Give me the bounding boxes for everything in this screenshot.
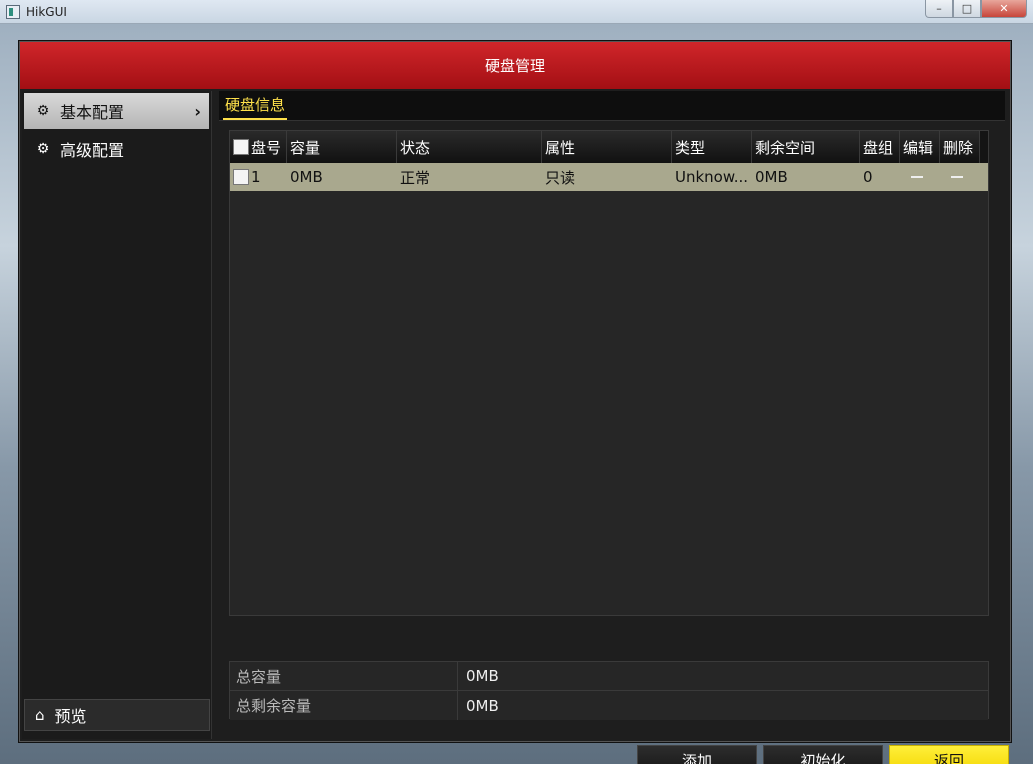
summary-free-row: 总剩余容量 0MB [230,691,988,720]
table-row[interactable]: 1 0MB 正常 只读 Unknow... 0MB 0 [230,163,988,191]
summary-total-row: 总容量 0MB [230,662,988,691]
init-button[interactable]: 初始化 [763,745,883,764]
cell-attribute: 只读 [545,168,576,187]
window-title: HikGUI [26,4,67,19]
maximize-button[interactable]: □ [953,0,981,18]
back-button[interactable]: 返回 [889,745,1009,764]
sidebar-item-advanced-config[interactable]: ⚙ 高级配置 [24,131,209,167]
header-free-space: 剩余空间 [752,131,860,163]
capacity-summary: 总容量 0MB 总剩余容量 0MB [229,661,989,720]
cell-capacity: 0MB [290,168,323,186]
window-titlebar: HikGUI – □ ✕ [0,0,1033,24]
row-checkbox[interactable] [233,169,249,185]
disk-management-dialog: 硬盘管理 ⚙ 基本配置 › ⚙ 高级配置 ⌂ 预览 硬盘信息 盘号 容量 状态 … [19,41,1011,764]
cell-free-space: 0MB [755,168,788,186]
add-button[interactable]: 添加 [637,745,757,764]
header-status: 状态 [397,131,542,163]
sidebar-item-label: 高级配置 [60,141,125,160]
dialog-header: 硬盘管理 [20,42,1010,89]
home-icon: ⌂ [35,706,45,724]
tab-bar: 硬盘信息 [219,91,1005,121]
total-free-value: 0MB [458,691,988,720]
close-button[interactable]: ✕ [981,0,1027,18]
window-controls: – □ ✕ [925,0,1027,18]
header-attribute: 属性 [542,131,672,163]
sidebar-item-basic-config[interactable]: ⚙ 基本配置 › [24,93,209,129]
header-disk-no: 盘号 [230,131,287,163]
total-capacity-value: 0MB [458,662,988,690]
dialog-title: 硬盘管理 [484,57,545,75]
cell-disk-no: 1 [230,163,287,191]
header-type: 类型 [672,131,752,163]
minimize-button[interactable]: – [925,0,953,18]
header-group: 盘组 [860,131,900,163]
gear-icon: ⚙ [36,103,50,119]
gear2-icon: ⚙ [36,141,50,157]
cell-type: Unknow... [675,168,749,186]
preview-button[interactable]: ⌂ 预览 [24,699,210,731]
edit-icon[interactable] [911,176,923,178]
main-panel: 硬盘信息 盘号 容量 状态 属性 类型 剩余空间 盘组 编辑 删除 1 0MB … [219,91,1009,764]
cell-edit [900,163,940,191]
cell-delete [940,163,980,191]
header-delete: 删除 [940,131,980,163]
total-capacity-label: 总容量 [230,662,458,690]
table-header: 盘号 容量 状态 属性 类型 剩余空间 盘组 编辑 删除 [230,131,988,163]
sidebar: ⚙ 基本配置 › ⚙ 高级配置 ⌂ 预览 [22,91,212,739]
cell-group: 0 [863,168,873,186]
app-icon [6,4,20,19]
sidebar-item-label: 基本配置 [60,103,125,122]
tab-disk-info[interactable]: 硬盘信息 [223,94,288,120]
disk-table: 盘号 容量 状态 属性 类型 剩余空间 盘组 编辑 删除 1 0MB 正常 只读… [229,130,989,616]
cell-status: 正常 [400,168,431,187]
header-edit: 编辑 [900,131,940,163]
preview-label: 预览 [54,707,87,726]
select-all-checkbox[interactable] [233,139,249,155]
chevron-right-icon: › [194,101,201,121]
total-free-label: 总剩余容量 [230,691,458,720]
header-capacity: 容量 [287,131,397,163]
delete-icon[interactable] [951,176,963,178]
